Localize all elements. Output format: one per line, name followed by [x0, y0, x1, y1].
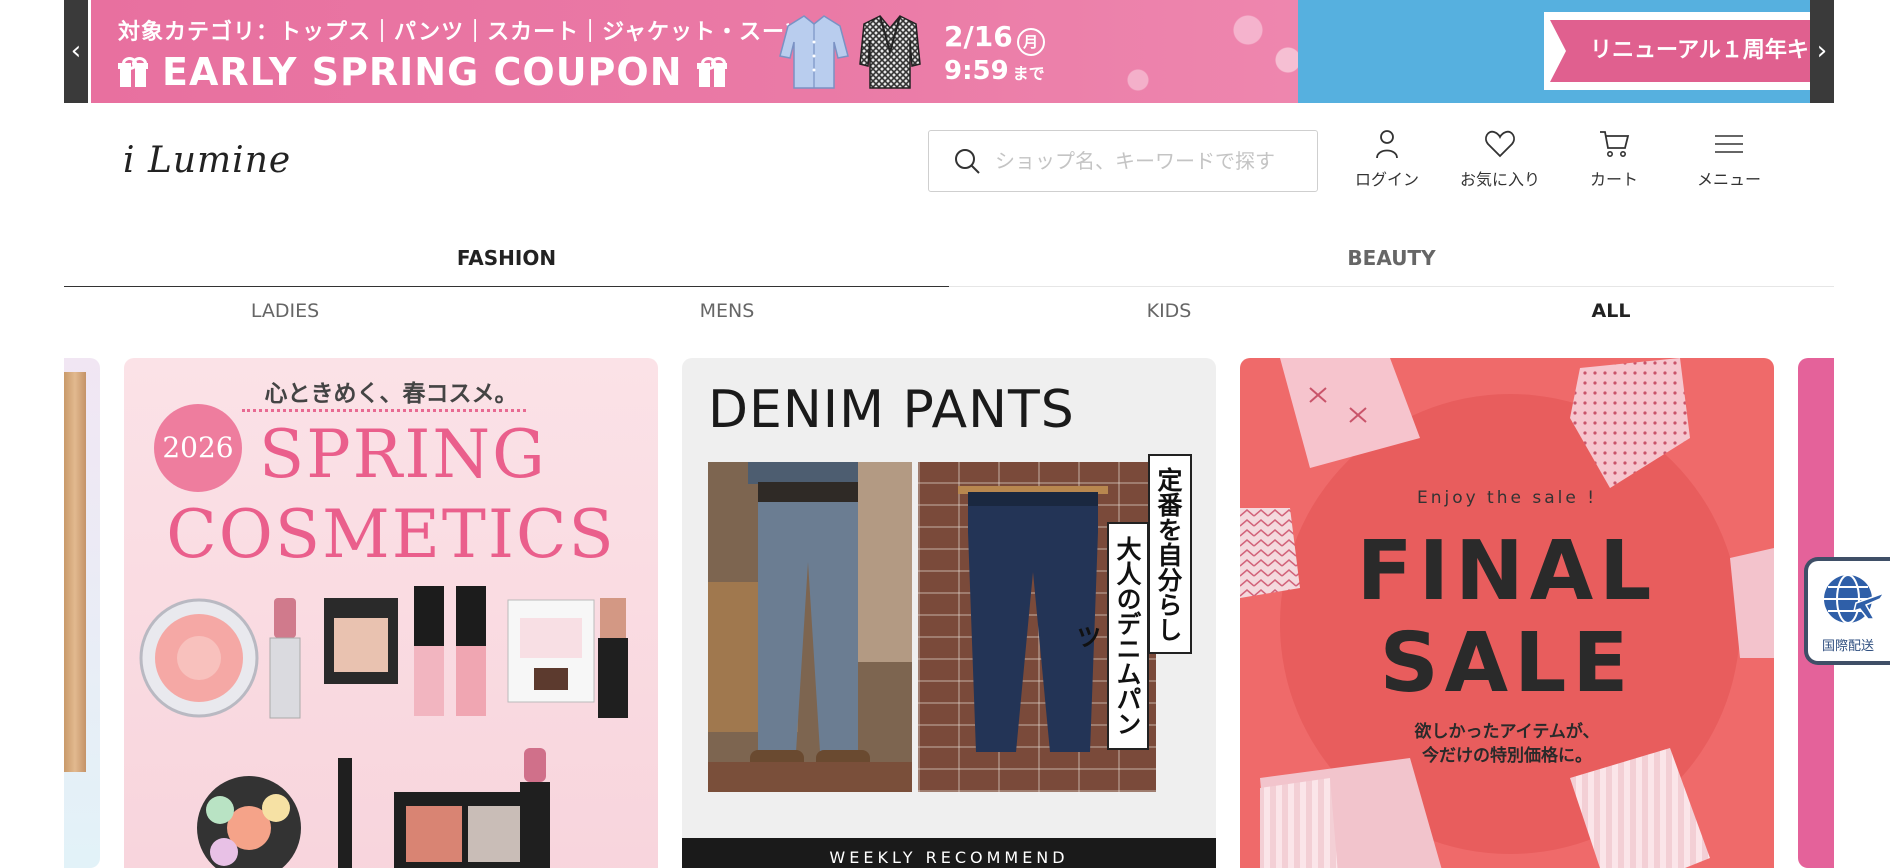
promo-title: EARLY SPRING COUPON	[118, 50, 727, 94]
cart-label: カート	[1589, 170, 1638, 189]
promo-date-until: まで	[1012, 63, 1045, 83]
login-label: ログイン	[1354, 170, 1419, 189]
spring-title-line2: COSMETICS	[166, 496, 616, 573]
tab-beauty[interactable]: BEAUTY	[949, 240, 1834, 287]
cosmetics-illustration	[139, 586, 628, 868]
promo-date-main: 2/16	[944, 20, 1013, 53]
banner-spring-cosmetics[interactable]: 心ときめく、春コスメ。 2026 SPRING COSMETICS	[124, 358, 658, 868]
promo-slide-coupon[interactable]: 対象カテゴリ：トップス｜パンツ｜スカート｜ジャケット・スーツ EARLY SPR…	[88, 0, 1298, 103]
spring-title-line1: SPRING	[259, 416, 547, 493]
anniversary-banner: リニューアル１周年キ	[1544, 12, 1834, 90]
promo-deadline: 2/16 月 9:59 まで	[944, 20, 1045, 86]
anniversary-text: リニューアル１周年キ	[1550, 20, 1834, 82]
cart-icon	[1600, 131, 1630, 157]
international-shipping-label: 国際配送	[1822, 639, 1875, 654]
subtab-all[interactable]: ALL	[1390, 300, 1832, 322]
promo-carousel[interactable]: 対象カテゴリ：トップス｜パンツ｜スカート｜ジャケット・スーツ EARLY SPR…	[64, 0, 1834, 103]
promo-title-text: EARLY SPRING COUPON	[162, 50, 683, 94]
sale-subtitle: 欲しかったアイテムが、 今だけの特別価格に。	[1240, 720, 1774, 768]
banner-denim-pants[interactable]: DENIM PANTS 定番を自分らしく 大人のデニムパンツ W	[682, 358, 1216, 868]
denim-bottom-bar: WEEKLY RECOMMEND	[682, 838, 1216, 868]
spring-year-badge: 2026	[154, 404, 242, 492]
category-tabs: FASHION BEAUTY	[64, 240, 1834, 287]
promo-date-dow: 月	[1016, 27, 1045, 56]
menu-button[interactable]: メニュー	[1674, 128, 1784, 190]
cart-button[interactable]: カート	[1559, 128, 1669, 190]
sale-title: FINAL SALE	[1240, 526, 1774, 710]
hamburger-menu-icon	[1715, 135, 1743, 153]
international-shipping-button[interactable]: 国際配送	[1804, 557, 1890, 665]
promo-categories: 対象カテゴリ：トップス｜パンツ｜スカート｜ジャケット・スーツ	[118, 20, 808, 45]
denim-photo-model	[708, 462, 912, 792]
user-icon	[1376, 130, 1398, 159]
promo-prev-arrow[interactable]: ‹	[64, 0, 91, 103]
spring-kicker: 心ときめく、春コスメ。	[264, 381, 518, 407]
denim-vertical-copy-2: 大人のデニムパンツ	[1073, 522, 1149, 750]
sale-subtitle-line2: 今だけの特別価格に。	[1422, 746, 1592, 766]
shirt-illustration	[779, 15, 849, 89]
search-input[interactable]	[993, 148, 1317, 174]
heart-icon	[1485, 130, 1515, 158]
sale-subtitle-line1: 欲しかったアイテムが、	[1414, 722, 1600, 742]
banner-carousel[interactable]: 心ときめく、春コスメ。 2026 SPRING COSMETICS DENIM …	[64, 358, 1834, 868]
dotted-divider	[242, 409, 526, 412]
site-logo[interactable]: i Lumine	[123, 140, 291, 181]
favorites-label: お気に入り	[1459, 170, 1540, 189]
subtab-kids[interactable]: KIDS	[948, 300, 1390, 322]
jacket-illustration	[859, 15, 921, 89]
denim-title: DENIM PANTS	[708, 380, 1075, 440]
banner-final-sale[interactable]: Enjoy the sale ! FINAL SALE 欲しかったアイテムが、 …	[1240, 358, 1774, 868]
promo-date-time: 9:59	[944, 55, 1009, 86]
sale-title-line1: FINAL	[1356, 524, 1658, 619]
gift-icon	[118, 57, 148, 87]
search-box[interactable]	[928, 130, 1318, 192]
promo-next-arrow[interactable]: ›	[1810, 0, 1834, 103]
tab-fashion[interactable]: FASHION	[64, 240, 949, 287]
subtab-ladies[interactable]: LADIES	[64, 300, 506, 322]
subcategory-tabs: LADIES MENS KIDS ALL	[64, 300, 1834, 336]
sale-kicker: Enjoy the sale !	[1416, 488, 1598, 508]
login-button[interactable]: ログイン	[1332, 128, 1442, 190]
menu-label: メニュー	[1696, 170, 1761, 189]
search-icon	[955, 149, 980, 174]
banner-peek-left[interactable]	[64, 358, 100, 868]
globe-plane-icon	[1824, 574, 1886, 624]
favorites-button[interactable]: お気に入り	[1445, 128, 1555, 190]
sale-title-line2: SALE	[1379, 616, 1635, 711]
gift-icon	[696, 57, 727, 87]
subtab-mens[interactable]: MENS	[506, 300, 948, 322]
denim-vertical-copy-1: 定番を自分らしく	[1110, 454, 1192, 654]
